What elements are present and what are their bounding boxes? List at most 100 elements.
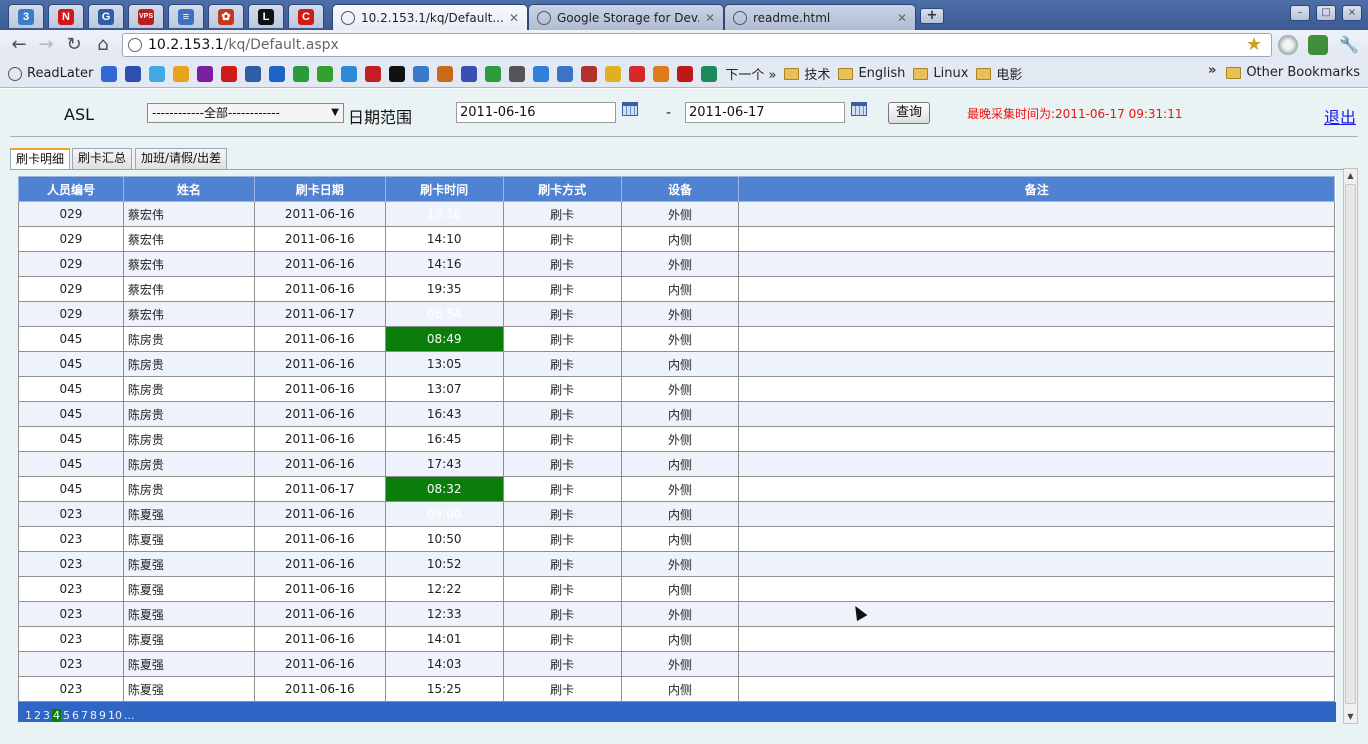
pinned-tab[interactable]: ≡ bbox=[168, 4, 204, 28]
stats-icon[interactable] bbox=[317, 65, 334, 82]
next-icon[interactable] bbox=[701, 65, 718, 82]
bookmark-folder-movies[interactable]: 电影 bbox=[976, 64, 1022, 83]
evernote-icon[interactable] bbox=[1308, 35, 1328, 55]
minimize-button[interactable]: – bbox=[1290, 5, 1310, 21]
news-icon[interactable] bbox=[677, 65, 694, 82]
header-swipe-method[interactable]: 刷卡方式 bbox=[502, 176, 622, 202]
table-row[interactable]: 023 陈夏强 2011-06-16 12:22 刷卡 内侧 bbox=[18, 576, 1335, 602]
new-tab-button[interactable]: + bbox=[920, 8, 944, 24]
pager-page-link[interactable]: 5 bbox=[63, 709, 70, 722]
table-row[interactable]: 029 蔡宏伟 2011-06-16 19:35 刷卡 内侧 bbox=[18, 276, 1335, 302]
asterisk-icon[interactable] bbox=[485, 65, 502, 82]
bookmark-folder-tech[interactable]: 技术 bbox=[784, 64, 830, 83]
extension-globe-icon[interactable] bbox=[1278, 35, 1298, 55]
people-icon[interactable] bbox=[365, 65, 382, 82]
pager-more-link[interactable]: ... bbox=[124, 709, 135, 722]
table-row[interactable]: 023 陈夏强 2011-06-16 10:52 刷卡 外侧 bbox=[18, 551, 1335, 577]
query-button[interactable]: 查询 bbox=[888, 102, 930, 124]
bookmark-folder-english[interactable]: English bbox=[838, 66, 905, 81]
pinned-tab[interactable]: VPS bbox=[128, 4, 164, 28]
close-icon[interactable]: ✕ bbox=[509, 11, 519, 25]
logout-link[interactable]: 退出 bbox=[1324, 104, 1356, 128]
table-row[interactable]: 029 蔡宏伟 2011-06-16 14:16 刷卡 外侧 bbox=[18, 251, 1335, 277]
table-row[interactable]: 045 陈房贵 2011-06-16 16:43 刷卡 内侧 bbox=[18, 401, 1335, 427]
table-row[interactable]: 023 陈夏强 2011-06-16 09:00 刷卡 内侧 bbox=[18, 501, 1335, 527]
close-icon[interactable]: ✕ bbox=[705, 11, 715, 25]
header-note[interactable]: 备注 bbox=[738, 176, 1335, 202]
scrollbar-thumb[interactable] bbox=[1345, 184, 1356, 704]
date-to-input[interactable] bbox=[685, 102, 845, 123]
diamond-icon[interactable] bbox=[461, 65, 478, 82]
department-select[interactable]: ------------全部------------ ▼ bbox=[147, 103, 344, 123]
weibo-icon[interactable] bbox=[629, 65, 646, 82]
pinned-tab[interactable]: C bbox=[288, 4, 324, 28]
vertical-scrollbar[interactable]: ▲ ▼ bbox=[1343, 168, 1358, 724]
scroll-up-icon[interactable]: ▲ bbox=[1344, 169, 1357, 182]
bookmark-star-icon[interactable]: ★ bbox=[1246, 34, 1262, 55]
plane-icon[interactable] bbox=[341, 65, 358, 82]
tab-google-storage[interactable]: Google Storage for Dev... ✕ bbox=[528, 4, 724, 30]
pager-page-link[interactable]: 6 bbox=[72, 709, 79, 722]
header-swipe-time[interactable]: 刷卡时间 bbox=[384, 176, 504, 202]
table-row[interactable]: 029 蔡宏伟 2011-06-16 13:16 刷卡 外侧 bbox=[18, 201, 1335, 227]
more-bookmarks-chevron-icon[interactable]: » bbox=[1208, 63, 1216, 78]
other-bookmarks[interactable]: Other Bookmarks bbox=[1226, 65, 1360, 80]
pager-page-link[interactable]: 9 bbox=[99, 709, 106, 722]
tab-readme[interactable]: readme.html ✕ bbox=[724, 4, 916, 30]
delicious-icon[interactable] bbox=[269, 65, 286, 82]
baidu-icon[interactable] bbox=[125, 65, 142, 82]
calendar-icon[interactable] bbox=[622, 102, 638, 116]
table-row[interactable]: 045 陈房贵 2011-06-17 08:32 刷卡 外侧 bbox=[18, 476, 1335, 502]
table-row[interactable]: 023 陈夏强 2011-06-16 14:01 刷卡 内侧 bbox=[18, 626, 1335, 652]
leaf-icon[interactable] bbox=[293, 65, 310, 82]
twitter-icon[interactable] bbox=[149, 65, 166, 82]
hand-icon[interactable] bbox=[605, 65, 622, 82]
table-row[interactable]: 029 蔡宏伟 2011-06-17 08:54 刷卡 外侧 bbox=[18, 301, 1335, 327]
pager-page-link[interactable]: 7 bbox=[81, 709, 88, 722]
pager-page-link[interactable]: 3 bbox=[43, 709, 50, 722]
feather-icon[interactable] bbox=[413, 65, 430, 82]
close-window-button[interactable]: × bbox=[1342, 5, 1362, 21]
tab-default-aspx[interactable]: 10.2.153.1/kq/Default.... ✕ bbox=[332, 4, 528, 31]
tab-swipe-detail[interactable]: 刷卡明细 bbox=[10, 148, 71, 170]
w-icon[interactable] bbox=[437, 65, 454, 82]
pager-page-link[interactable]: 4 bbox=[52, 709, 61, 722]
photo-icon[interactable] bbox=[557, 65, 574, 82]
reload-icon[interactable]: ↻ bbox=[63, 34, 85, 56]
pager-page-link[interactable]: 1 bbox=[25, 709, 32, 722]
back-icon[interactable]: ← bbox=[8, 34, 30, 56]
scroll-down-icon[interactable]: ▼ bbox=[1344, 710, 1357, 723]
header-swipe-date[interactable]: 刷卡日期 bbox=[253, 176, 386, 202]
pinned-tab[interactable]: N bbox=[48, 4, 84, 28]
table-row[interactable]: 045 陈房贵 2011-06-16 13:05 刷卡 内侧 bbox=[18, 351, 1335, 377]
table-row[interactable]: 045 陈房贵 2011-06-16 13:07 刷卡 外侧 bbox=[18, 376, 1335, 402]
c-red-icon[interactable] bbox=[221, 65, 238, 82]
google-icon[interactable] bbox=[101, 65, 118, 82]
bookmark-next[interactable]: 下一个 » bbox=[725, 64, 776, 83]
header-employee-id[interactable]: 人员编号 bbox=[18, 176, 124, 202]
play-icon[interactable] bbox=[533, 65, 550, 82]
maximize-button[interactable]: □ bbox=[1316, 5, 1336, 21]
close-icon[interactable]: ✕ bbox=[897, 11, 907, 25]
table-row[interactable]: 045 陈房贵 2011-06-16 17:43 刷卡 内侧 bbox=[18, 451, 1335, 477]
table-row[interactable]: 023 陈夏强 2011-06-16 14:03 刷卡 外侧 bbox=[18, 651, 1335, 677]
pager-page-link[interactable]: 2 bbox=[34, 709, 41, 722]
pinned-tab[interactable]: L bbox=[248, 4, 284, 28]
picasa-icon[interactable] bbox=[173, 65, 190, 82]
pinned-tab[interactable]: ✿ bbox=[208, 4, 244, 28]
table-row[interactable]: 045 陈房贵 2011-06-16 08:49 刷卡 外侧 bbox=[18, 326, 1335, 352]
wrench-icon[interactable]: 🔧 bbox=[1338, 34, 1360, 56]
table-row[interactable]: 045 陈房贵 2011-06-16 16:45 刷卡 外侧 bbox=[18, 426, 1335, 452]
address-bar[interactable]: 10.2.153.1/kq/Default.aspx bbox=[122, 33, 1272, 57]
g-reader-icon[interactable] bbox=[245, 65, 262, 82]
header-device[interactable]: 设备 bbox=[620, 176, 740, 202]
table-row[interactable]: 023 陈夏强 2011-06-16 12:33 刷卡 外侧 bbox=[18, 601, 1335, 627]
s-icon[interactable] bbox=[653, 65, 670, 82]
pager-page-link[interactable]: 10 bbox=[108, 709, 122, 722]
tn-icon[interactable] bbox=[509, 65, 526, 82]
yahoo-icon[interactable] bbox=[197, 65, 214, 82]
x-box-icon[interactable] bbox=[581, 65, 598, 82]
pinned-tab[interactable]: G bbox=[88, 4, 124, 28]
aol-icon[interactable] bbox=[389, 65, 406, 82]
table-row[interactable]: 023 陈夏强 2011-06-16 10:50 刷卡 内侧 bbox=[18, 526, 1335, 552]
